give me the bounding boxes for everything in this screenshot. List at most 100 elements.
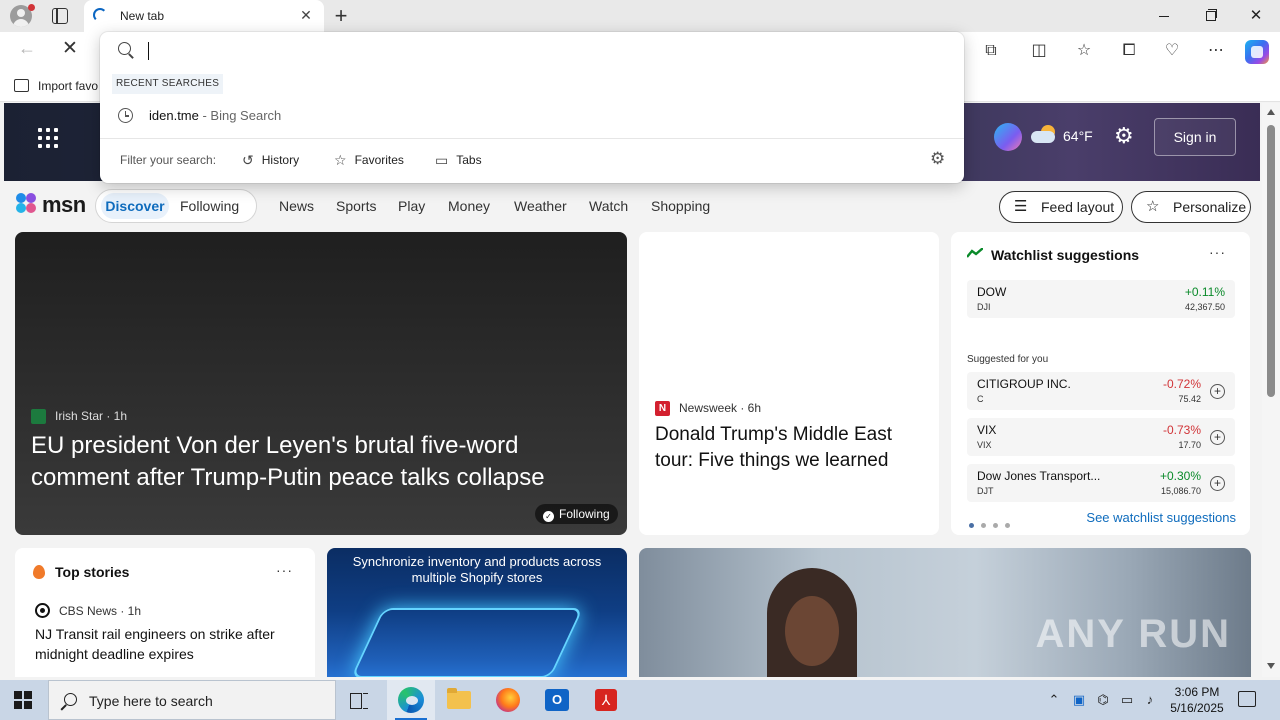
weather-temperature[interactable]: 64°F xyxy=(1063,128,1093,144)
top-stories-card: Top stories ··· CBS News · 1h NJ Transit… xyxy=(15,548,315,677)
cbs-eye-logo-icon xyxy=(35,603,50,618)
stock-row-citigroup[interactable]: CITIGROUP INC. C -0.72% 75.42 + xyxy=(967,372,1235,410)
history-icon: ↺ xyxy=(242,152,254,168)
partly-cloudy-icon[interactable] xyxy=(1031,125,1057,143)
stock-row-dow[interactable]: DOW DJI +0.11% 42,367.50 xyxy=(967,280,1235,318)
photo-story-card[interactable]: ANY RUN xyxy=(639,548,1251,677)
filter-favorites-button[interactable]: ☆ Favorites xyxy=(334,151,404,169)
stock-row-djt[interactable]: Dow Jones Transport... DJT +0.30% 15,086… xyxy=(967,464,1235,502)
outlook-icon: O xyxy=(545,689,569,711)
main-story-card[interactable]: Irish Star · 1h EU president Von der Ley… xyxy=(15,232,627,535)
top-story-headline[interactable]: NJ Transit rail engineers on strike afte… xyxy=(35,624,295,664)
stock-row-vix[interactable]: VIX VIX -0.73% 17.70 + xyxy=(967,418,1235,456)
extensions-icon[interactable]: ⧉ xyxy=(980,40,1002,62)
stock-name: CITIGROUP INC. xyxy=(977,377,1071,391)
filter-history-label: History xyxy=(261,153,300,167)
copilot-icon[interactable] xyxy=(1245,40,1269,64)
tab-following[interactable]: Following xyxy=(180,193,239,219)
import-favorites-link[interactable]: Import favo xyxy=(38,79,98,93)
collections-icon[interactable]: ⧠ xyxy=(1118,40,1140,62)
scroll-up-arrow-icon[interactable] xyxy=(1267,109,1275,115)
network-icon[interactable]: ▭ xyxy=(1118,692,1136,708)
meet-now-icon[interactable]: ⌬ xyxy=(1094,692,1112,708)
stop-loading-icon[interactable]: ✕ xyxy=(62,37,78,60)
taskbar-acrobat[interactable]: ⅄ xyxy=(582,680,630,720)
split-screen-icon[interactable]: ◫ xyxy=(1028,40,1050,62)
scrollbar-thumb[interactable] xyxy=(1267,125,1275,397)
page-scrollbar[interactable] xyxy=(1262,103,1280,677)
personalize-star-icon: ☆ xyxy=(1146,198,1160,215)
title-bar: New tab ✕ + ✕ xyxy=(0,0,1280,32)
sign-in-button[interactable]: Sign in xyxy=(1154,118,1236,156)
following-badge[interactable]: ✓ Following xyxy=(535,504,618,524)
filter-tabs-button[interactable]: ▭ Tabs xyxy=(435,151,482,169)
copilot-launch-icon[interactable] xyxy=(994,123,1022,151)
edge-icon xyxy=(398,687,424,713)
window-close-button[interactable]: ✕ xyxy=(1246,6,1266,24)
add-to-watchlist-icon[interactable]: + xyxy=(1210,384,1225,399)
show-hidden-icons-chevron-icon[interactable]: ⌃ xyxy=(1045,692,1063,708)
star-icon: ☆ xyxy=(334,152,347,168)
search-settings-gear-icon[interactable]: ⚙ xyxy=(930,149,945,169)
app-launcher-icon[interactable] xyxy=(38,128,58,148)
news-story-title[interactable]: Donald Trump's Middle East tour: Five th… xyxy=(655,422,925,474)
feed-layout-label: Feed layout xyxy=(1041,199,1115,215)
nav-link-news[interactable]: News xyxy=(279,198,314,214)
recent-search-item[interactable]: iden.tme - Bing Search xyxy=(112,102,952,128)
tab-title: New tab xyxy=(120,9,165,23)
import-favorites-icon[interactable] xyxy=(14,79,29,92)
windows-start-icon[interactable] xyxy=(14,691,32,709)
check-icon: ✓ xyxy=(543,511,554,522)
nav-link-watch[interactable]: Watch xyxy=(589,198,628,214)
nav-link-weather[interactable]: Weather xyxy=(514,198,567,214)
tab-close-icon[interactable]: ✕ xyxy=(298,7,314,24)
nav-link-shopping[interactable]: Shopping xyxy=(651,198,710,214)
address-input[interactable] xyxy=(148,38,928,64)
suggested-label: Suggested for you xyxy=(967,354,1049,365)
settings-more-icon[interactable]: ⋯ xyxy=(1205,40,1227,62)
taskbar-clock[interactable]: 3:06 PM 5/16/2025 xyxy=(1162,684,1232,716)
task-view-icon[interactable] xyxy=(350,691,370,709)
stock-price: 75.42 xyxy=(1178,394,1201,404)
nav-link-money[interactable]: Money xyxy=(448,198,490,214)
taskbar-file-explorer[interactable] xyxy=(435,680,483,720)
recent-suffix: - Bing Search xyxy=(198,108,282,123)
new-tab-button[interactable]: + xyxy=(330,3,352,29)
page-settings-gear-icon[interactable]: ⚙ xyxy=(1114,123,1134,149)
outlook-tray-icon[interactable]: ▣ xyxy=(1070,692,1088,708)
top-stories-more-icon[interactable]: ··· xyxy=(276,562,293,578)
tab-discover[interactable]: Discover xyxy=(101,193,169,219)
browser-tab-new-tab[interactable]: New tab ✕ xyxy=(84,0,324,32)
feed-layout-button[interactable]: ☰ Feed layout xyxy=(999,191,1123,223)
filter-history-button[interactable]: ↺ History xyxy=(242,151,299,169)
browser-essentials-icon[interactable]: ♡ xyxy=(1161,40,1183,62)
nav-link-sports[interactable]: Sports xyxy=(336,198,376,214)
back-arrow-icon[interactable]: ← xyxy=(18,38,36,59)
volume-icon[interactable]: ♪ xyxy=(1141,692,1159,707)
favorites-star-icon[interactable]: ☆ xyxy=(1073,40,1095,62)
add-to-watchlist-icon[interactable]: + xyxy=(1210,476,1225,491)
anyrun-watermark: ANY RUN xyxy=(1035,612,1231,656)
taskbar-firefox[interactable] xyxy=(484,680,532,720)
stock-price: 42,367.50 xyxy=(1184,302,1225,312)
personalize-button[interactable]: ☆ Personalize xyxy=(1131,191,1251,223)
trend-up-icon xyxy=(967,248,983,258)
ad-card[interactable]: Synchronize inventory and products acros… xyxy=(327,548,627,677)
recent-searches-label: RECENT SEARCHES xyxy=(112,74,224,94)
taskbar-outlook[interactable]: O xyxy=(533,680,581,720)
stock-name: Dow Jones Transport... xyxy=(977,469,1101,483)
flame-icon xyxy=(33,565,45,579)
tab-actions-icon[interactable] xyxy=(52,8,68,24)
see-watchlist-link[interactable]: See watchlist suggestions xyxy=(1086,510,1236,525)
carousel-dots[interactable] xyxy=(969,516,1017,531)
add-to-watchlist-icon[interactable]: + xyxy=(1210,430,1225,445)
taskbar-search-box[interactable]: Type here to search xyxy=(48,680,336,720)
ad-graphic xyxy=(350,608,584,677)
watchlist-more-icon[interactable]: ··· xyxy=(1209,244,1226,260)
taskbar-edge[interactable] xyxy=(387,680,435,720)
nav-link-play[interactable]: Play xyxy=(398,198,425,214)
news-story-card[interactable]: N Newsweek · 6h Donald Trump's Middle Ea… xyxy=(639,232,939,535)
main-story-title[interactable]: EU president Von der Leyen's brutal five… xyxy=(31,430,601,494)
scroll-down-arrow-icon[interactable] xyxy=(1267,663,1275,669)
notifications-icon[interactable] xyxy=(1238,691,1256,707)
